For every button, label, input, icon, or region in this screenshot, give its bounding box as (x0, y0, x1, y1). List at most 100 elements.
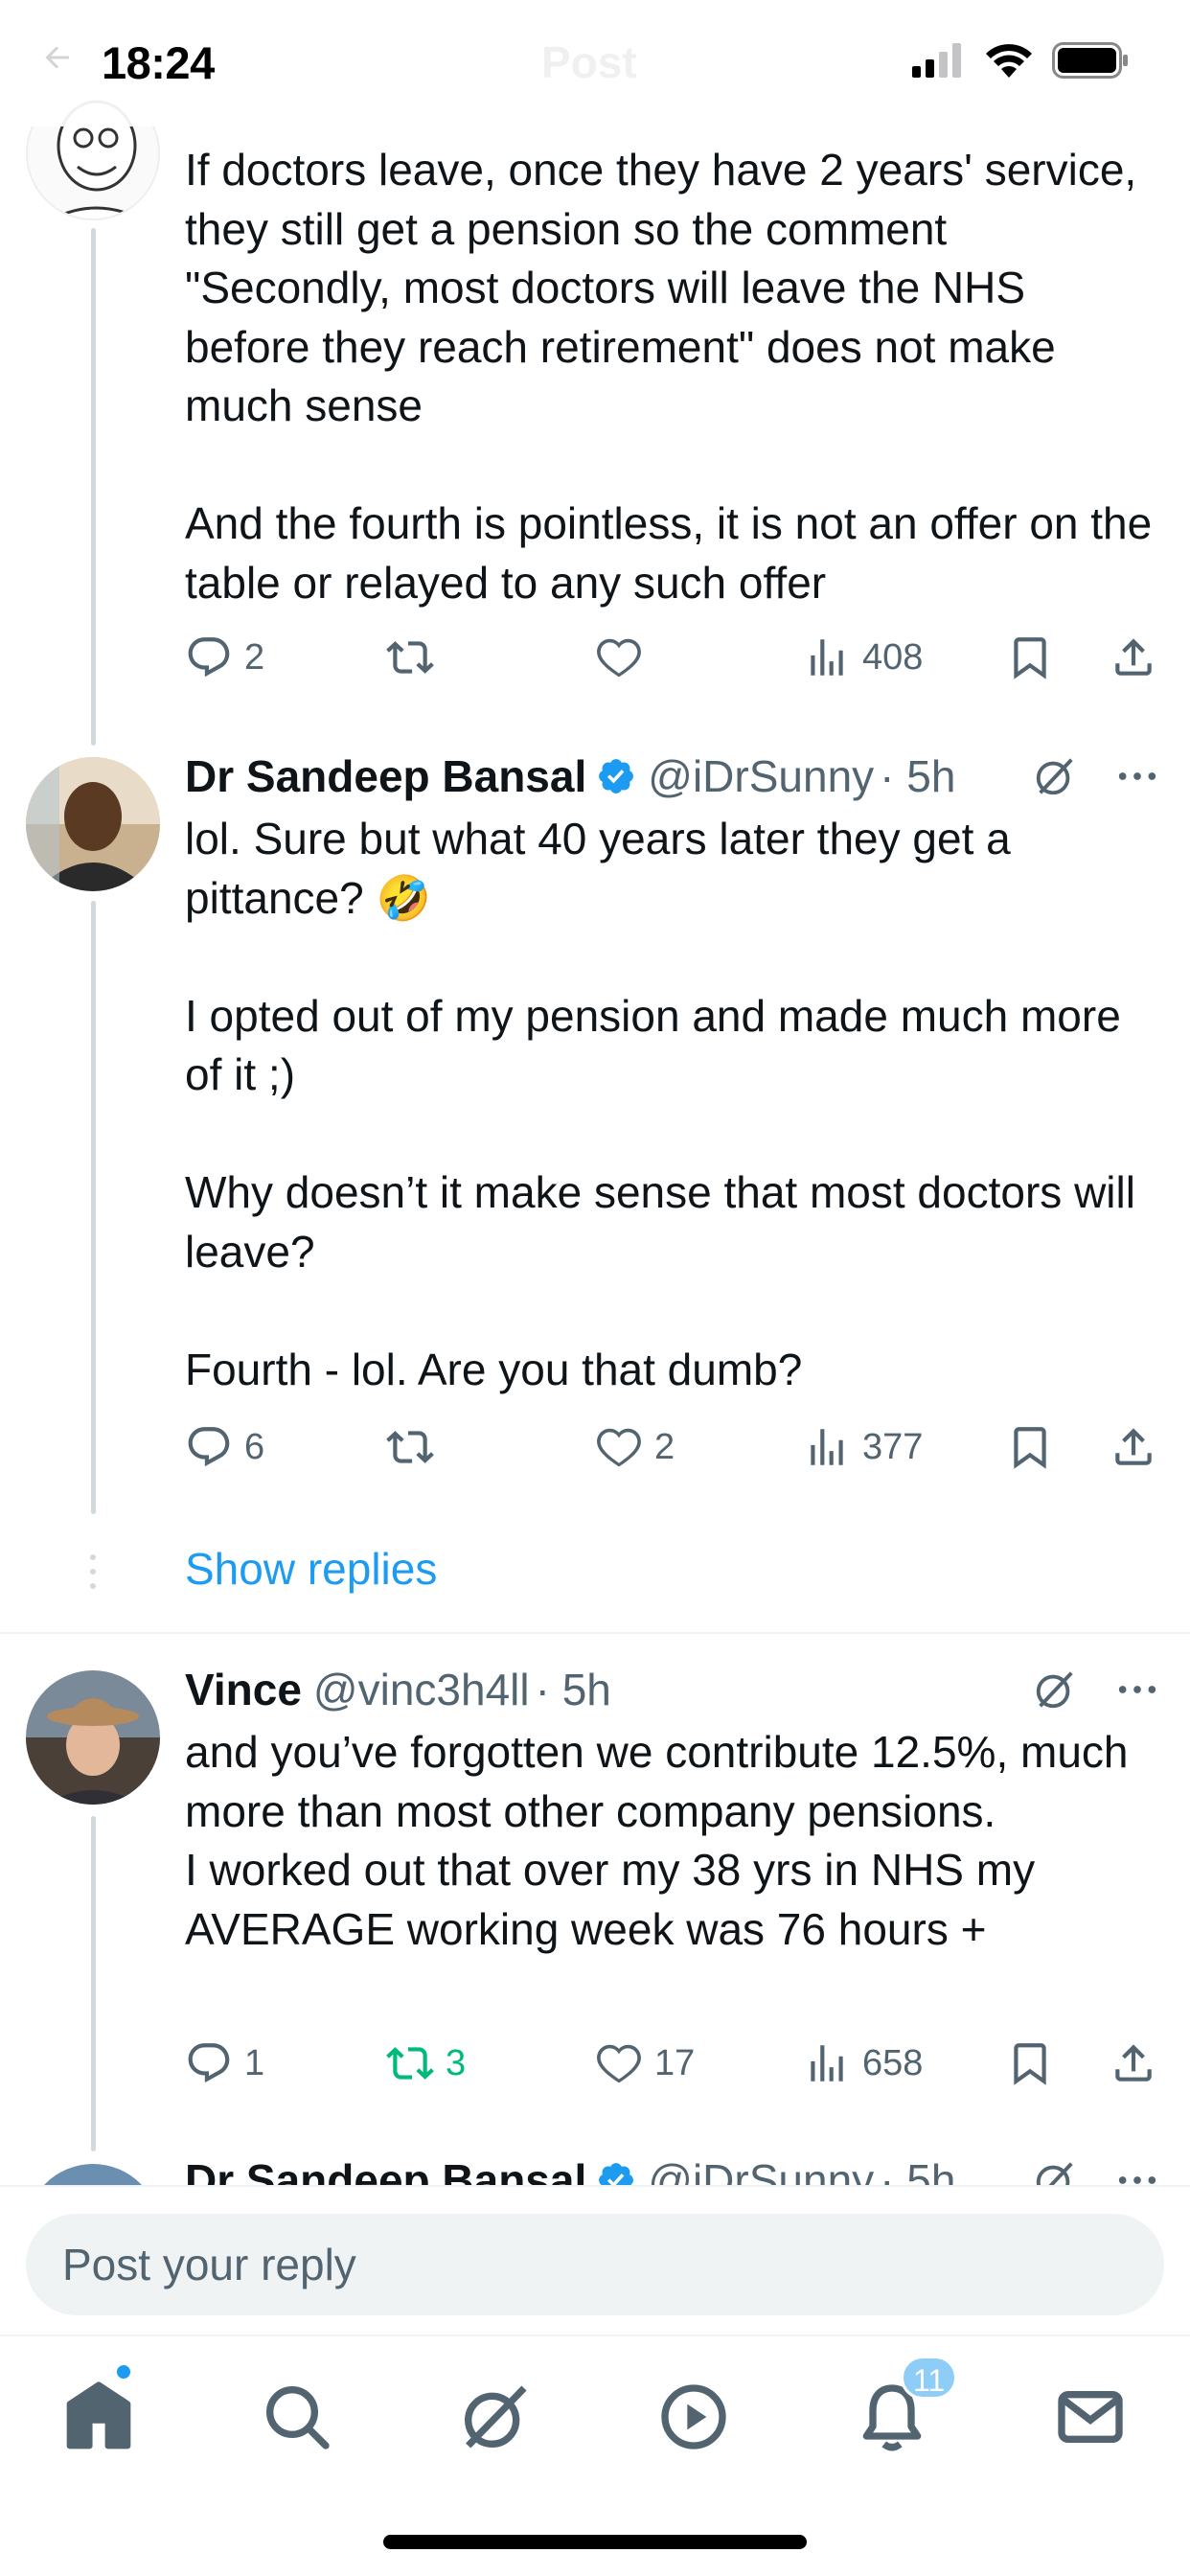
avatar[interactable] (26, 757, 160, 891)
share-button[interactable] (1110, 1418, 1157, 1476)
views-count: 408 (862, 636, 924, 678)
status-bar: 18:24 Post (0, 0, 1190, 126)
search-icon (266, 2386, 330, 2450)
tweet-text: lol. Sure but what 40 years later they g… (185, 814, 1135, 1394)
tab-video[interactable] (655, 2379, 732, 2455)
repost-button[interactable]: 3 (386, 2035, 466, 2092)
reply-icon (188, 2043, 230, 2083)
tweet-text: If doctors leave, once they have 2 years… (185, 145, 1153, 608)
share-button[interactable] (1110, 629, 1157, 686)
tweet-actions: 1 3 17 658 (185, 2035, 1162, 2092)
grok-icon (464, 2385, 527, 2449)
cellular-signal-icon (912, 43, 961, 78)
like-button[interactable]: 2 (595, 1418, 675, 1476)
reply-count: 2 (244, 636, 265, 678)
tweet-header-actions (1033, 748, 1159, 805)
tab-grok[interactable] (457, 2379, 534, 2455)
views-icon (811, 2045, 843, 2082)
author-handle[interactable]: @iDrSunny (648, 750, 874, 802)
bookmark-icon (1014, 1427, 1046, 1469)
video-icon (661, 2384, 726, 2450)
thread-dots-icon (90, 1554, 96, 1589)
views-icon (811, 1429, 843, 1465)
battery-icon (1052, 42, 1128, 79)
notification-count-badge: 11 (901, 2356, 958, 2400)
repost-icon (386, 1431, 434, 1463)
like-button[interactable] (595, 629, 643, 686)
reply-count: 1 (244, 2042, 265, 2083)
views-button[interactable]: 377 (803, 1418, 923, 1476)
tweet-header-actions (1033, 1661, 1159, 1718)
tab-search[interactable] (259, 2379, 335, 2455)
tweet-time: · 5h (535, 1665, 611, 1714)
reply-icon (188, 637, 230, 678)
tab-messages[interactable] (1052, 2379, 1129, 2455)
share-icon (1115, 2044, 1152, 2082)
views-button[interactable]: 658 (803, 2035, 923, 2092)
like-count: 2 (654, 1426, 675, 1467)
reply-count: 6 (244, 1426, 265, 1467)
thread-line (91, 228, 96, 746)
bookmark-button[interactable] (1006, 629, 1054, 686)
reply-input[interactable]: Post your reply (26, 2214, 1164, 2315)
unread-dot (115, 2363, 132, 2380)
like-button[interactable]: 17 (595, 2035, 695, 2092)
more-options-icon[interactable] (1115, 1668, 1159, 1712)
author-name[interactable]: Vince (185, 1664, 302, 1715)
tweet-time: · 5h (880, 751, 956, 801)
repost-icon (386, 641, 434, 674)
more-options-icon[interactable] (1115, 754, 1159, 798)
views-count: 377 (862, 1426, 924, 1467)
tweet-header: Dr Sandeep Bansal @iDrSunny · 5h (185, 748, 955, 805)
reply-composer: Post your reply (0, 2185, 1190, 2334)
views-icon (811, 639, 843, 676)
share-button[interactable] (1110, 2035, 1157, 2092)
like-count: 17 (654, 2042, 696, 2083)
repost-button[interactable] (386, 1418, 434, 1476)
repost-count: 3 (446, 2042, 467, 2083)
divider (0, 1632, 1190, 1634)
repost-button[interactable] (386, 629, 434, 686)
heart-icon (597, 1428, 641, 1467)
bookmark-icon (1014, 637, 1046, 679)
verified-badge-icon (599, 759, 634, 794)
views-button[interactable]: 408 (803, 629, 923, 686)
wifi-icon (986, 44, 1032, 78)
reply-button[interactable]: 6 (185, 1418, 264, 1476)
bookmark-icon (1014, 2043, 1046, 2085)
reply-icon (188, 1427, 230, 1467)
reply-button[interactable]: 1 (185, 2035, 264, 2092)
status-time: 18:24 (102, 37, 215, 88)
views-count: 658 (862, 2042, 924, 2083)
bookmark-button[interactable] (1006, 1418, 1054, 1476)
tweet-header: Vince @vinc3h4ll · 5h (185, 1661, 611, 1718)
profile-photo (26, 1670, 160, 1805)
author-handle[interactable]: @vinc3h4ll (313, 1664, 530, 1715)
grok-icon[interactable] (1033, 754, 1077, 798)
thread-line (91, 901, 96, 1514)
share-icon (1115, 1428, 1152, 1465)
author-name[interactable]: Dr Sandeep Bansal (185, 750, 586, 802)
tab-home[interactable] (60, 2379, 137, 2455)
back-arrow-icon[interactable] (40, 40, 75, 75)
heart-icon (597, 638, 641, 678)
grok-icon[interactable] (1033, 1668, 1077, 1712)
share-icon (1115, 638, 1152, 676)
messages-icon (1058, 2391, 1123, 2443)
home-indicator (383, 2535, 807, 2549)
avatar[interactable] (26, 1670, 160, 1805)
home-icon (66, 2381, 131, 2450)
tweet-text: and you’ve forgotten we contribute 12.5%… (185, 1727, 1129, 1954)
tweet-actions: 2 408 (185, 629, 1162, 686)
thread-line (91, 1816, 96, 2151)
profile-photo (26, 757, 160, 891)
repost-icon (386, 2047, 434, 2080)
reply-button[interactable]: 2 (185, 629, 264, 686)
show-replies-link[interactable]: Show replies (185, 1543, 437, 1595)
tweet-actions: 6 2 377 (185, 1418, 1162, 1476)
post-detail-screen: 18:24 Post If doctors leave, once they h… (0, 0, 1190, 2576)
header-title: Post (541, 37, 637, 87)
heart-icon (597, 2044, 641, 2083)
status-icons (912, 42, 1129, 79)
bookmark-button[interactable] (1006, 2035, 1054, 2092)
